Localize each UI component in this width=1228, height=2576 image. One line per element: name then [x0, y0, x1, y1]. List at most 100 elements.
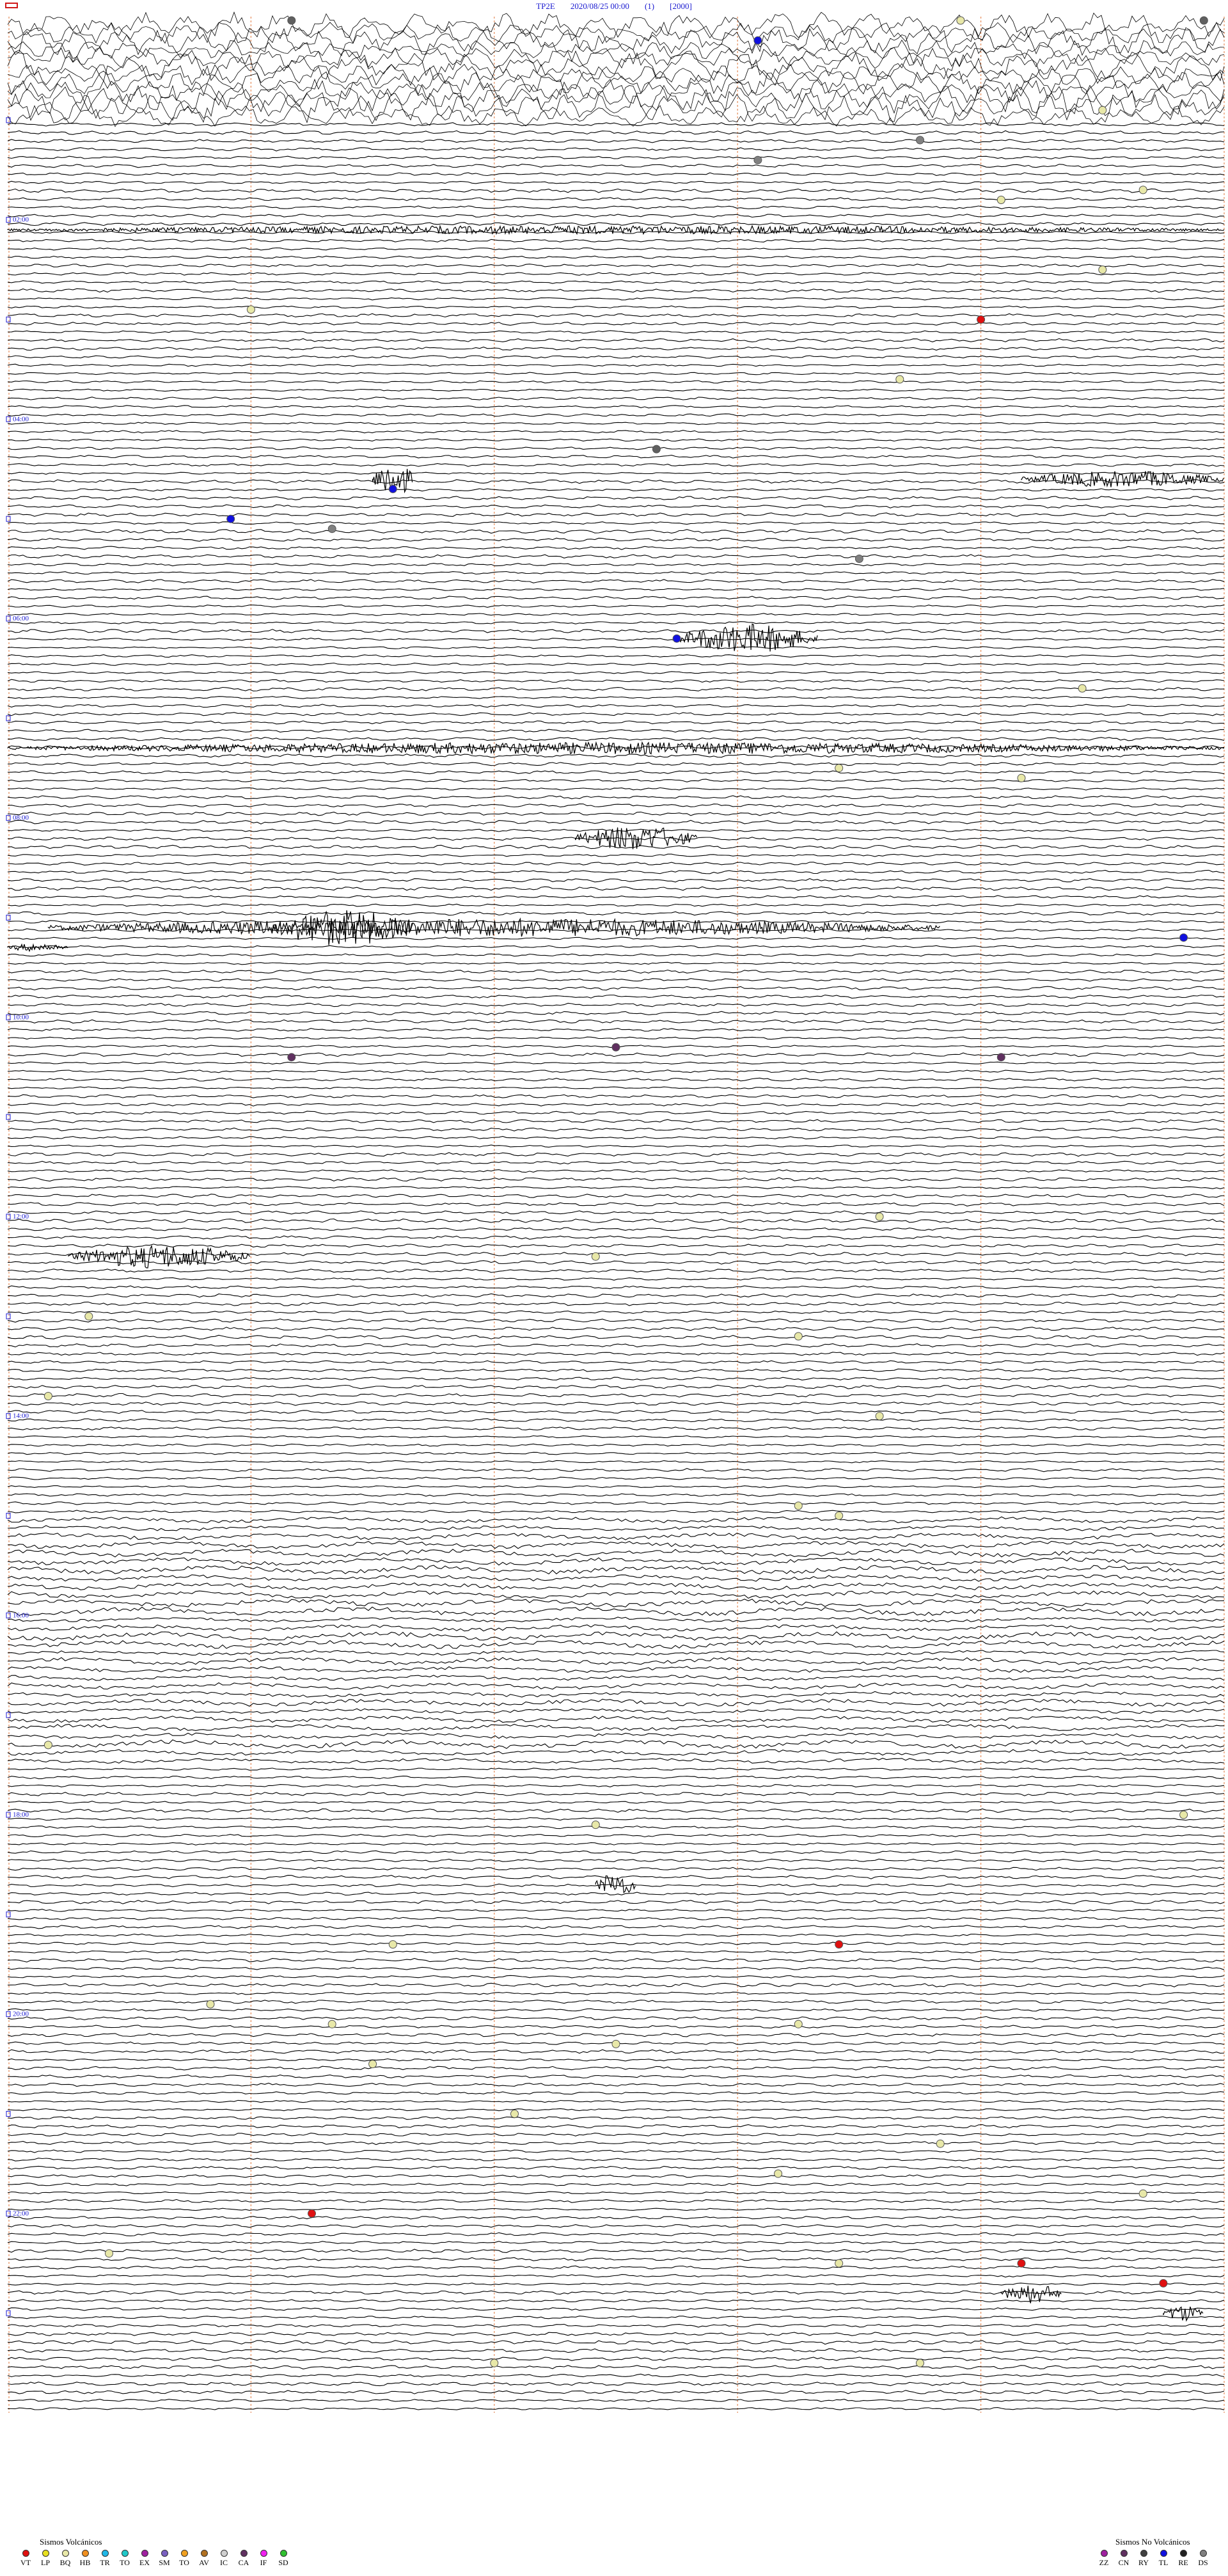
trace-line — [7, 1624, 1225, 1632]
event-marker — [1179, 933, 1188, 942]
trace-line — [7, 2082, 1225, 2087]
trace-line — [7, 255, 1225, 259]
trace-line — [7, 1650, 1225, 1656]
event-marker — [226, 514, 235, 523]
trace-line — [7, 1640, 1225, 1649]
trace-line — [7, 2140, 1225, 2145]
event-marker — [591, 1821, 600, 1829]
trace-line — [7, 388, 1225, 392]
trace-line — [7, 637, 1225, 642]
trace-line — [7, 413, 1225, 417]
trace-line — [7, 1682, 1225, 1690]
trace-line — [7, 1070, 1224, 1073]
event-marker — [1098, 106, 1107, 115]
trace-line — [7, 2340, 1225, 2345]
trace-line — [7, 2183, 1225, 2186]
trace-line — [7, 288, 1225, 293]
legend-volcanic-item-bq: BQ — [56, 2550, 74, 2568]
trace-line — [7, 2133, 1225, 2137]
trace-line — [7, 1501, 1225, 1505]
trace-line — [7, 1352, 1225, 1356]
legend-volcanic-dot-icon — [240, 2550, 248, 2557]
trace-line — [7, 1675, 1225, 1681]
trace-line — [7, 214, 1225, 218]
hour-label: 20:00 — [13, 2011, 29, 2018]
trace-line — [7, 1384, 1225, 1389]
legend-nonvolcanic-item-ry: RY — [1135, 2550, 1153, 2568]
hour-tick — [6, 2011, 11, 2018]
trace-line — [7, 704, 1225, 708]
trace-line — [7, 139, 1225, 143]
trace-line — [8, 770, 1225, 775]
trace-line — [7, 1277, 1225, 1281]
trace-line — [7, 197, 1225, 201]
event-marker — [835, 2259, 844, 2268]
event-marker — [206, 2000, 215, 2009]
legend-nonvolcanic-label: ZZ — [1099, 2558, 1109, 2567]
event-marker — [753, 155, 762, 164]
trace-line — [7, 1933, 1225, 1938]
trace-line — [7, 205, 1225, 210]
event-marker — [996, 196, 1005, 204]
trace-line — [7, 2108, 1225, 2112]
event-marker — [388, 1940, 397, 1949]
trace-line — [7, 1493, 1225, 1497]
trace-line — [7, 2357, 1225, 2361]
trace-line — [7, 1892, 1225, 1896]
trace-line — [7, 1451, 1225, 1455]
legend-volcanic-dot-icon — [22, 2550, 29, 2557]
trace-line — [7, 496, 1225, 501]
trace-line — [7, 222, 1225, 226]
hour-tick — [6, 516, 11, 522]
trace-line — [7, 1510, 1225, 1513]
trace-line — [7, 562, 1225, 567]
trace-line — [7, 2241, 1225, 2245]
hour-label: 08:00 — [13, 814, 29, 822]
trace-line — [7, 512, 1225, 518]
legend-nonvolcanic-dot-icon — [1100, 2550, 1108, 2557]
trace-line — [7, 1110, 1225, 1115]
trace-line — [7, 936, 1225, 940]
trace-line — [7, 2224, 1225, 2228]
trace-line — [7, 1758, 1225, 1764]
trace-line — [7, 1036, 1225, 1040]
hour-tick — [6, 1911, 11, 1918]
trace-line — [7, 1235, 1225, 1240]
legend-volcanic-dot-icon — [200, 2550, 208, 2557]
event-marker — [490, 2359, 499, 2367]
trace-line — [7, 1616, 1225, 1623]
trace-line — [7, 1732, 1225, 1739]
hour-tick — [6, 1712, 11, 1718]
trace-line — [7, 554, 1225, 558]
trace-line — [7, 1160, 1225, 1165]
event-marker — [956, 16, 965, 25]
trace-line — [7, 2058, 1225, 2062]
event-marker — [105, 2249, 113, 2258]
trace-line — [7, 1582, 1225, 1591]
legend-volcanic-dot-icon — [42, 2550, 49, 2557]
trace-line — [7, 1941, 1225, 1945]
legend-volcanic-dot-icon — [220, 2550, 228, 2557]
trace-line — [7, 588, 1225, 591]
trace-line — [7, 1460, 1225, 1464]
trace-line — [7, 1783, 1225, 1788]
legend-volcanic-item-tr: TR — [96, 2550, 114, 2568]
event-marker — [308, 2209, 316, 2218]
legend-nonvolcanic-label: DS — [1198, 2558, 1208, 2567]
legend-volcanic-dot-icon — [121, 2550, 129, 2557]
legend-nonvolcanic-label: RE — [1178, 2558, 1188, 2567]
legend-volcanic-label: LP — [40, 2558, 50, 2567]
trace-line — [7, 778, 1225, 782]
trace-line — [7, 2124, 1225, 2129]
legend-volcanic-dot-icon — [260, 2550, 267, 2557]
event-marker — [794, 1501, 803, 1510]
trace-line — [7, 795, 1225, 800]
trace-line — [7, 579, 1225, 583]
trace-line — [7, 1606, 1225, 1616]
trace-line — [7, 305, 1225, 309]
trace-line — [7, 1244, 1224, 1248]
trace-line — [7, 2399, 1225, 2403]
hour-label: 18:00 — [13, 1811, 29, 1819]
event-marker — [996, 1053, 1005, 1062]
trace-line — [7, 330, 1225, 334]
